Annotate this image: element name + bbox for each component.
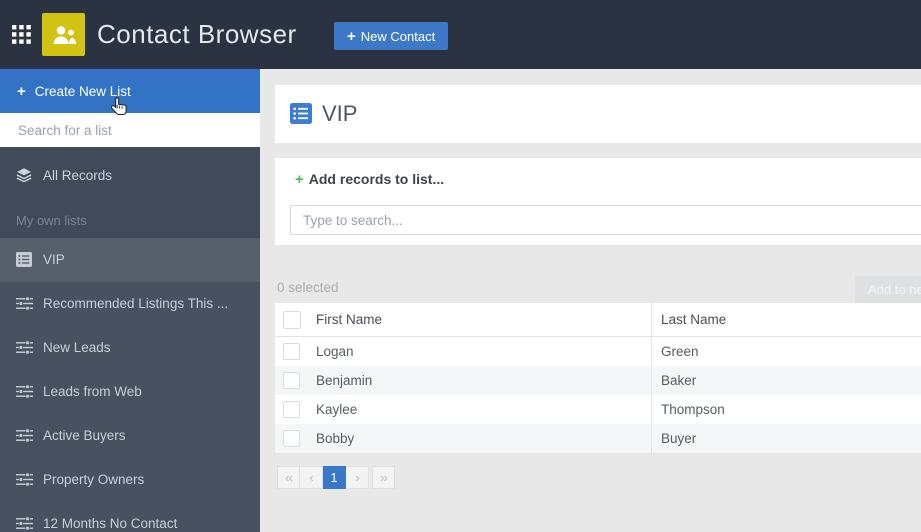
page-title: Contact Browser (97, 19, 297, 49)
sidebar-item-label: Property Owners (43, 472, 145, 487)
pagination-page-1[interactable]: 1 (323, 466, 346, 489)
sidebar-item-label: Recommended Listings This ... (43, 296, 229, 311)
contacts-app-icon[interactable] (42, 13, 85, 56)
add-records-toggle[interactable]: + Add records to list... (295, 171, 444, 188)
add-records-card: + Add records to list... (275, 158, 921, 245)
first-name-header-cell: First Name (275, 303, 651, 336)
table-row[interactable]: Logan Green (275, 337, 921, 366)
plus-icon: + (17, 82, 26, 100)
sidebar-item-label: Leads from Web (43, 384, 142, 399)
sidebar-item-property-owners[interactable]: Property Owners (0, 458, 260, 502)
records-table: First Name Last Name Logan Green Benjami… (275, 303, 921, 453)
mouse-pointer-cursor (110, 97, 127, 116)
column-header: First Name (316, 312, 383, 327)
create-new-list-button[interactable]: + Create New List (0, 69, 260, 116)
pagination-prev-button[interactable]: ‹ (300, 466, 323, 489)
pagination-next-button[interactable]: › (346, 466, 369, 489)
list-title: VIP (322, 101, 358, 126)
lists-sidebar: + Create New List All Records My own lis… (0, 69, 260, 532)
sidebar-item-all-records[interactable]: All Records (0, 159, 260, 191)
table-row[interactable]: Kaylee Thompson (275, 395, 921, 424)
row-checkbox[interactable] (283, 401, 300, 418)
pagination-last-button[interactable]: ›› (372, 466, 395, 489)
my-own-lists-label: My own lists (16, 213, 87, 228)
last-name-cell: Green (661, 344, 699, 359)
sidebar-item-recommended-listings[interactable]: Recommended Listings This ... (0, 282, 260, 326)
sliders-icon (16, 517, 33, 530)
first-name-cell: Bobby (316, 431, 355, 446)
list-icon (290, 103, 312, 124)
main-content: VIP +Add records to list... 0 selected A… (260, 69, 921, 532)
table-row[interactable]: Benjamin Baker (275, 366, 921, 395)
table-header-row: First Name Last Name (275, 303, 921, 337)
plus-icon: + (347, 27, 356, 45)
row-checkbox[interactable] (283, 430, 300, 447)
row-checkbox[interactable] (283, 372, 300, 389)
contact-browser-app: Contact Browser + New Contact + Create N… (0, 0, 921, 532)
last-name-cell: Thompson (661, 402, 725, 417)
all-records-section: All Records My own lists (0, 147, 260, 238)
sidebar-item-label: Active Buyers (43, 428, 126, 443)
add-to-list-button[interactable]: Add to ne (855, 276, 921, 303)
sliders-icon (16, 297, 33, 310)
last-name-cell: Buyer (661, 431, 697, 446)
my-own-lists: VIP Recommended Listings This ... New Le… (0, 238, 260, 532)
add-records-label: Add records to list... (308, 171, 445, 187)
pagination-first-button[interactable]: ‹‹ (277, 466, 300, 489)
sliders-icon (16, 341, 33, 354)
selected-count: 0 selected (277, 280, 339, 295)
new-contact-button[interactable]: + New Contact (334, 22, 449, 50)
plus-icon: + (295, 171, 304, 188)
first-name-cell: Logan (316, 344, 354, 359)
sidebar-item-leads-from-web[interactable]: Leads from Web (0, 370, 260, 414)
list-icon (16, 252, 32, 267)
sidebar-item-label: VIP (43, 252, 65, 267)
sliders-icon (16, 473, 33, 486)
sidebar-item-vip[interactable]: VIP (0, 238, 260, 282)
select-all-checkbox[interactable] (283, 310, 301, 329)
top-header-bar: Contact Browser + New Contact (0, 0, 921, 69)
first-name-cell: Kaylee (316, 402, 358, 417)
layers-icon (16, 168, 32, 182)
last-name-header-cell: Last Name (651, 303, 921, 336)
all-records-label: All Records (43, 167, 113, 183)
list-title-card: VIP (275, 85, 921, 143)
column-header: Last Name (661, 312, 727, 327)
sidebar-item-label: New Leads (43, 340, 111, 355)
sidebar-item-active-buyers[interactable]: Active Buyers (0, 414, 260, 458)
first-name-cell: Benjamin (316, 373, 373, 388)
pagination: ‹‹ ‹ 1 › ›› (277, 466, 395, 489)
record-search-input[interactable] (290, 205, 921, 235)
app-grid-icon[interactable] (12, 25, 31, 44)
sidebar-item-label: 12 Months No Contact (43, 516, 178, 531)
people-icon (53, 25, 76, 44)
row-checkbox[interactable] (283, 343, 300, 360)
sliders-icon (16, 429, 33, 442)
sidebar-item-12-months-no-contact[interactable]: 12 Months No Contact (0, 502, 260, 532)
table-row[interactable]: Bobby Buyer (275, 424, 921, 453)
sliders-icon (16, 385, 33, 398)
new-contact-label: New Contact (360, 28, 436, 44)
search-list-input[interactable] (0, 113, 260, 147)
last-name-cell: Baker (661, 373, 697, 388)
sidebar-item-new-leads[interactable]: New Leads (0, 326, 260, 370)
